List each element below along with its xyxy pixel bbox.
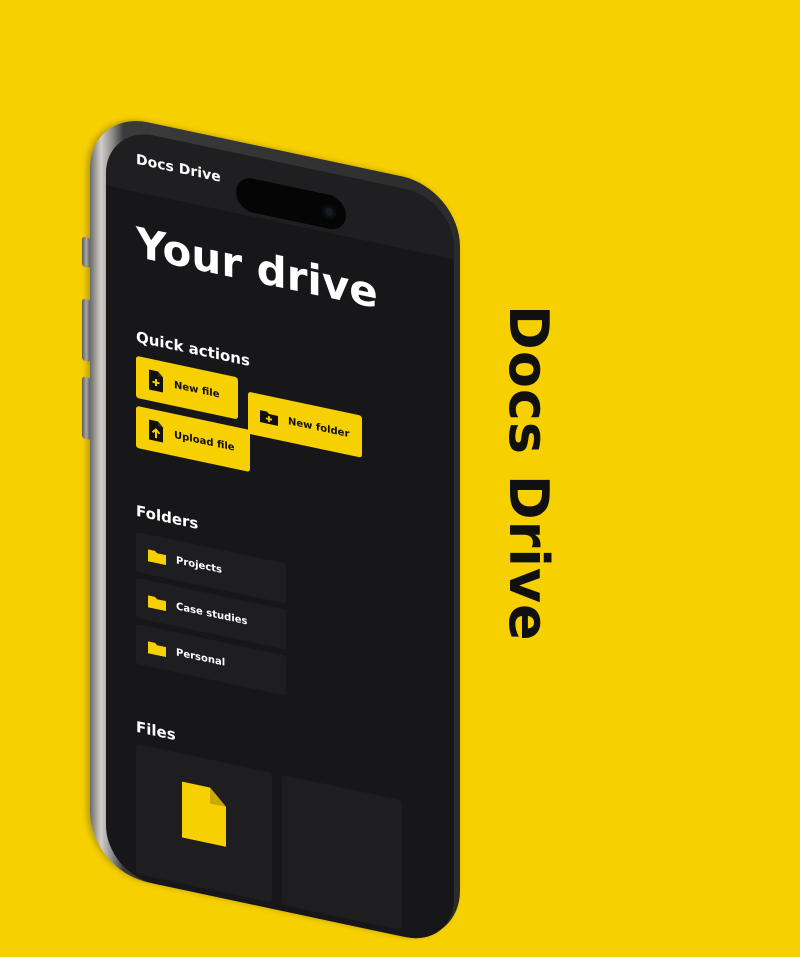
file-icon xyxy=(182,781,226,847)
folder-icon xyxy=(148,549,166,566)
folder-label: Case studies xyxy=(176,600,248,627)
new-file-label: New file xyxy=(174,379,220,401)
folder-icon xyxy=(148,641,166,658)
upload-file-icon xyxy=(149,419,163,443)
new-folder-label: New folder xyxy=(288,415,350,440)
front-camera xyxy=(322,203,336,221)
new-folder-icon xyxy=(260,410,278,426)
upload-file-label: Upload file xyxy=(174,429,235,454)
file-card[interactable] xyxy=(282,774,402,931)
phone-mockup: Docs Drive Your drive Quick actions New … xyxy=(82,110,500,957)
folders-heading: Folders xyxy=(136,501,199,534)
folder-label: Personal xyxy=(176,646,226,669)
brand-title-vertical: Docs Drive xyxy=(497,305,560,642)
phone-screen: Docs Drive Your drive Quick actions New … xyxy=(106,125,454,948)
new-file-icon xyxy=(149,369,163,393)
folder-icon xyxy=(148,595,166,612)
files-heading: Files xyxy=(136,717,176,745)
new-folder-button[interactable]: New folder xyxy=(248,391,362,458)
file-card[interactable] xyxy=(136,743,272,903)
folder-label: Projects xyxy=(176,554,223,576)
